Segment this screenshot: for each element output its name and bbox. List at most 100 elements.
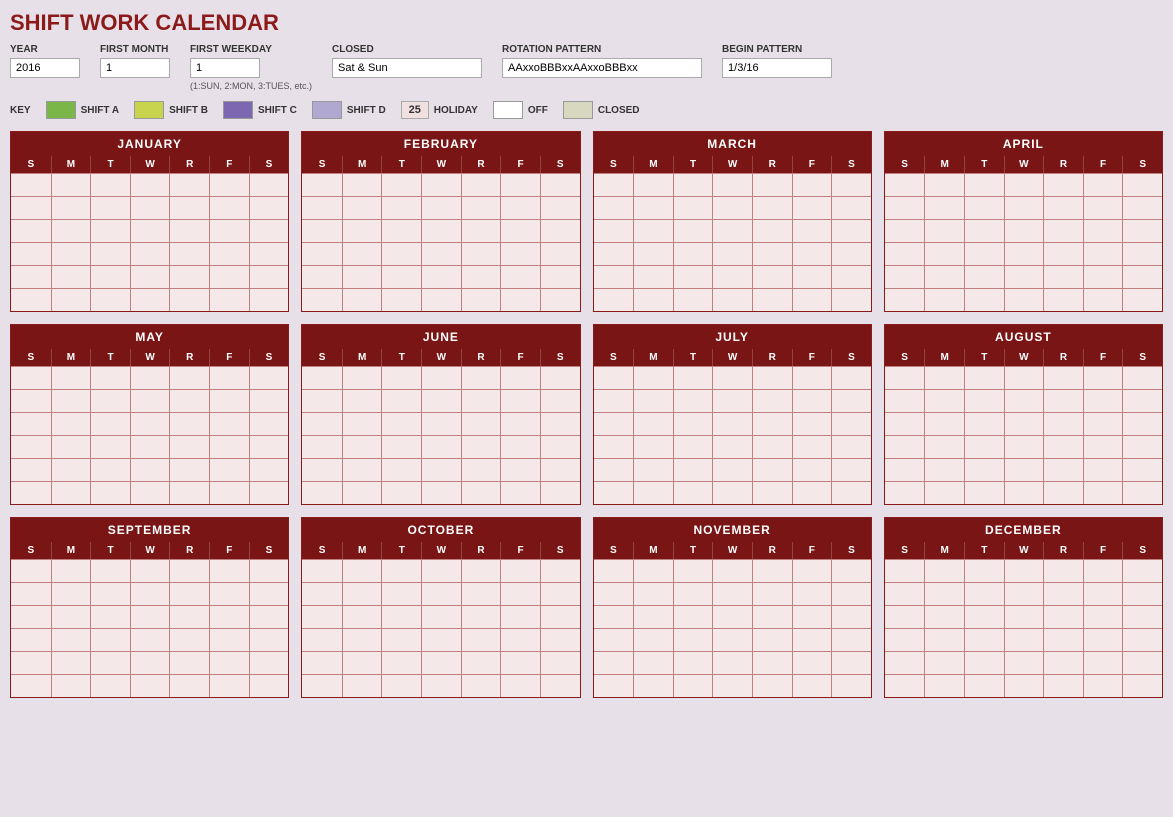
- day-cell: [964, 459, 1004, 481]
- day-cell: [381, 606, 421, 628]
- day-cell: [302, 289, 342, 311]
- day-cell: [421, 652, 461, 674]
- day-cell: [792, 413, 832, 435]
- day-cell: [342, 220, 382, 242]
- day-cell: [209, 629, 249, 651]
- day-cell: [381, 289, 421, 311]
- dow-cell: R: [1043, 542, 1083, 559]
- day-cell: [209, 675, 249, 697]
- dow-cell: F: [792, 349, 832, 366]
- begin-pattern-input[interactable]: [722, 58, 832, 78]
- day-cell: [673, 606, 713, 628]
- day-cell: [752, 390, 792, 412]
- day-cell: [169, 197, 209, 219]
- dow-cell: R: [169, 349, 209, 366]
- day-cell: [11, 606, 51, 628]
- week-row: [11, 389, 288, 412]
- week-row: [302, 458, 579, 481]
- day-cell: [1043, 459, 1083, 481]
- off-swatch: [493, 101, 523, 119]
- day-cell: [712, 390, 752, 412]
- day-cell: [831, 482, 871, 504]
- day-cell: [1083, 390, 1123, 412]
- day-cell: [421, 629, 461, 651]
- closed-label: CLOSED: [332, 44, 482, 55]
- day-cell: [302, 174, 342, 196]
- closed-input[interactable]: [332, 58, 482, 78]
- day-cell: [1083, 436, 1123, 458]
- day-cell: [885, 482, 925, 504]
- day-cell: [51, 220, 91, 242]
- month-header-april: APRIL: [885, 132, 1162, 156]
- dow-cell: F: [209, 156, 249, 173]
- day-cell: [90, 675, 130, 697]
- day-cell: [342, 629, 382, 651]
- day-cell: [249, 367, 289, 389]
- day-cell: [752, 436, 792, 458]
- day-cell: [169, 243, 209, 265]
- day-cell: [792, 220, 832, 242]
- day-cell: [302, 606, 342, 628]
- day-cell: [421, 675, 461, 697]
- dow-cell: W: [1004, 349, 1044, 366]
- day-cell: [500, 560, 540, 582]
- day-cell: [249, 174, 289, 196]
- first-weekday-input[interactable]: [190, 58, 260, 78]
- day-cell: [500, 197, 540, 219]
- day-cell: [924, 583, 964, 605]
- day-cell: [594, 482, 634, 504]
- day-cell: [209, 174, 249, 196]
- day-cell: [51, 266, 91, 288]
- key-item-shift-c: SHIFT C: [223, 101, 297, 119]
- day-cell: [130, 413, 170, 435]
- day-cell: [964, 482, 1004, 504]
- day-cell: [90, 583, 130, 605]
- day-cell: [381, 220, 421, 242]
- day-cell: [540, 482, 580, 504]
- day-cell: [540, 220, 580, 242]
- dow-cell: T: [964, 542, 1004, 559]
- day-cell: [381, 413, 421, 435]
- day-cell: [209, 652, 249, 674]
- day-cell: [461, 606, 501, 628]
- day-cell: [302, 390, 342, 412]
- day-cell: [169, 560, 209, 582]
- day-cell: [540, 243, 580, 265]
- year-input[interactable]: [10, 58, 80, 78]
- day-cell: [1043, 390, 1083, 412]
- dow-row: SMTWRFS: [302, 156, 579, 173]
- controls-row: YEAR FIRST MONTH FIRST WEEKDAY (1:SUN, 2…: [10, 44, 1163, 91]
- day-cell: [342, 652, 382, 674]
- day-cell: [461, 243, 501, 265]
- day-cell: [169, 367, 209, 389]
- day-cell: [461, 266, 501, 288]
- week-row: [594, 435, 871, 458]
- day-cell: [1004, 413, 1044, 435]
- dow-row: SMTWRFS: [11, 349, 288, 366]
- dow-cell: S: [594, 156, 634, 173]
- day-cell: [51, 629, 91, 651]
- calendar-month-july: JULYSMTWRFS: [593, 324, 872, 505]
- day-cell: [540, 675, 580, 697]
- dow-row: SMTWRFS: [885, 542, 1162, 559]
- day-cell: [594, 197, 634, 219]
- dow-cell: T: [673, 349, 713, 366]
- day-cell: [1004, 459, 1044, 481]
- day-cell: [831, 220, 871, 242]
- day-cell: [792, 583, 832, 605]
- day-cell: [752, 220, 792, 242]
- day-cell: [381, 583, 421, 605]
- day-cell: [461, 629, 501, 651]
- first-month-input[interactable]: [100, 58, 170, 78]
- shift-d-swatch: [312, 101, 342, 119]
- day-cell: [924, 482, 964, 504]
- shift-c-key-label: SHIFT C: [258, 105, 297, 116]
- rotation-control: ROTATION PATTERN: [502, 44, 702, 78]
- rotation-input[interactable]: [502, 58, 702, 78]
- dow-row: SMTWRFS: [594, 349, 871, 366]
- day-cell: [51, 390, 91, 412]
- day-cell: [342, 197, 382, 219]
- day-cell: [342, 436, 382, 458]
- day-cell: [500, 629, 540, 651]
- day-cell: [540, 459, 580, 481]
